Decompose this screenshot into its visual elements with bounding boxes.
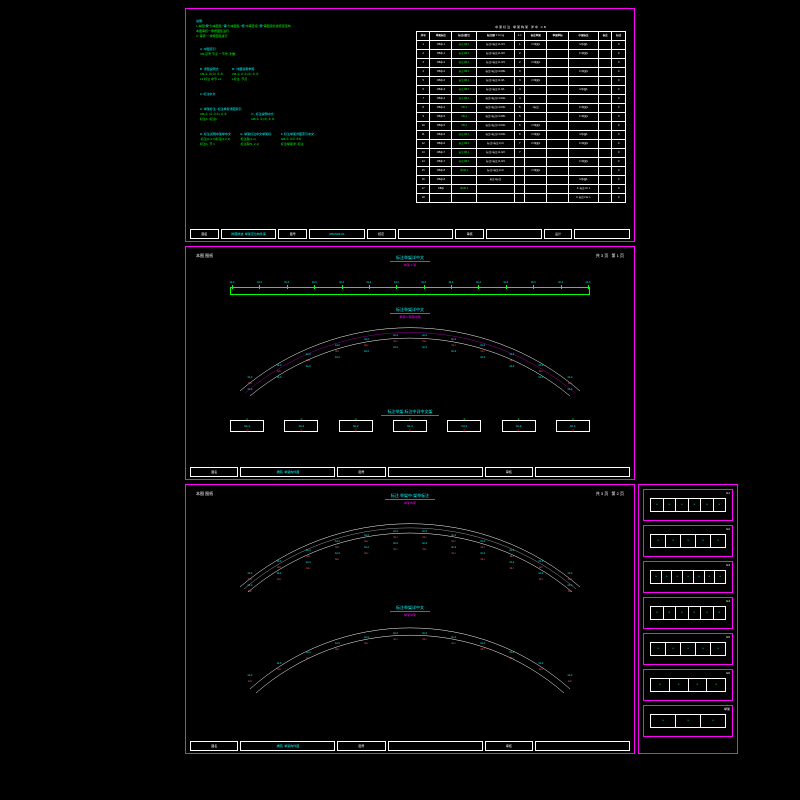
sheet-4-thumbs: G1GGGGGGG2GGGGGG3GGGGGGGG4GGGGGGG5GGGGGG… — [638, 484, 738, 754]
spec-table: 中架标注 举架构架 详中 CB 序号举架标注标注g索引标注架l × n × gL… — [416, 25, 626, 203]
arch-plan-2: Gl-4Gl-rGl-4Gl-rGl-4Gl-rGl-4Gl-rGl-4Gl-r… — [220, 507, 600, 597]
sheet-3: 本图 图纸 共 3 页 第 2 页 标注.举架中:架举标注举架中架 Gl-4Gl… — [185, 484, 635, 754]
titlebar: 图名拱圈拱波, 举架定位构件库 图号08GS02-01 核定 审核 设计 — [190, 229, 630, 239]
items-row: Gl-1①架Gl-1②架Gl-2③架Gl-1④架Gl-1⑤架Gl-2⑥架Gl-1… — [220, 420, 600, 432]
titlebar: 图名拱圈. 举架构件图 图号 审核 — [190, 467, 630, 477]
titlebar: 图名拱圈. 举架构件图 图号 审核 — [190, 741, 630, 751]
arch-plan-3: Gl-4Gl-rGl-4Gl-rGl-4Gl-rGl-4Gl-rGl-4Gl-r… — [220, 619, 600, 699]
sheet-1: 说明: 1.本图"按"为本图集,"审"为本图集,"核"中审查组,"按"审图组负责… — [185, 8, 635, 242]
spec-table-grid: 序号举架标注标注g索引标注架l × n × gL t标注举架举架举标中架标注标注… — [416, 31, 626, 203]
arch-plan-1: Gl-4Gl-rGl-4Gl-4Gl-rGl-4Gl-4Gl-rGl-4Gl-4… — [220, 321, 600, 401]
page-label: 共 3 页 第 1 页 — [596, 253, 624, 259]
sheet-2: 本图 图纸 共 3 页 第 1 页 标注举架详中文举架:1:架 Gl-4Gl-4… — [185, 246, 635, 480]
proj-label: 本图 图纸 — [196, 253, 213, 259]
elevation-view: Gl-4Gl-4Gl-4Gl-4Gl-4Gl-4Gl-4Gl-4Gl-4Gl-4… — [220, 269, 600, 299]
notes-block: 说明: 1.本图"按"为本图集,"审"为本图集,"核"中审查组,"按"审图组负责… — [196, 19, 396, 149]
